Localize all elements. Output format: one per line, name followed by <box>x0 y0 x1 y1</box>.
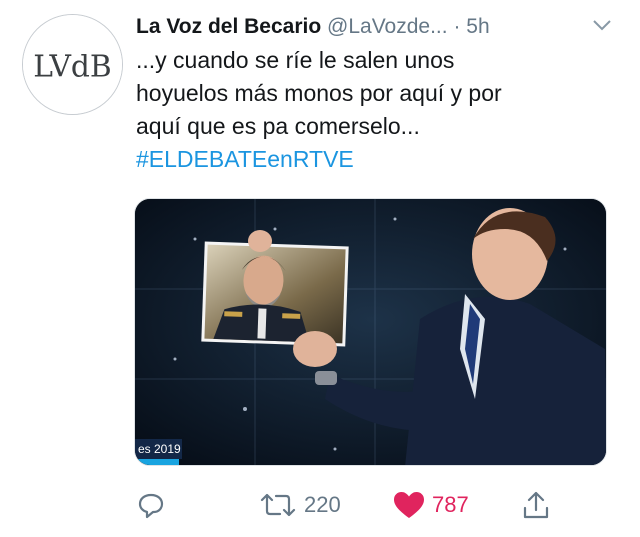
reply-button[interactable] <box>136 482 166 528</box>
share-icon <box>523 491 549 519</box>
tweet-text-line: aquí que es pa comerselo... <box>136 113 420 139</box>
separator-dot: · <box>453 15 461 38</box>
chevron-down-icon[interactable] <box>590 15 614 35</box>
hashtag-link[interactable]: #ELDEBATEenRTVE <box>136 143 616 176</box>
author-name[interactable]: La Voz del Becario <box>136 15 321 38</box>
avatar-logo-text: LVdB <box>33 49 111 84</box>
tweet-text-line: hoyuelos más monos por aquí y por <box>136 80 502 106</box>
retweet-icon <box>260 493 296 517</box>
tweet-header: La Voz del Becario @LaVozde... · 5h <box>136 12 616 42</box>
lvdb-logo: LVdB <box>23 15 122 114</box>
tweet-time[interactable]: 5h <box>466 15 489 38</box>
avatar[interactable]: LVdB <box>22 14 123 115</box>
share-button[interactable] <box>520 482 552 528</box>
retweet-button[interactable]: 220 <box>258 482 341 528</box>
tweet-text-line: ...y cuando se ríe le salen unos <box>136 47 455 73</box>
tweet-text: ...y cuando se ríe le salen unos hoyuelo… <box>136 44 616 176</box>
tweet-media-image[interactable]: es 2019 <box>134 198 607 466</box>
media-overlay-bar <box>135 459 179 465</box>
like-count: 787 <box>432 492 469 517</box>
author-handle[interactable]: @LaVozde... <box>327 15 448 38</box>
retweet-count: 220 <box>304 492 341 517</box>
tweet-actions: 220 787 <box>0 482 640 528</box>
reply-icon <box>138 493 164 519</box>
media-photo <box>135 199 606 465</box>
media-overlay-text: es 2019 <box>135 439 182 459</box>
like-button[interactable]: 787 <box>392 482 469 528</box>
heart-icon <box>394 492 424 518</box>
